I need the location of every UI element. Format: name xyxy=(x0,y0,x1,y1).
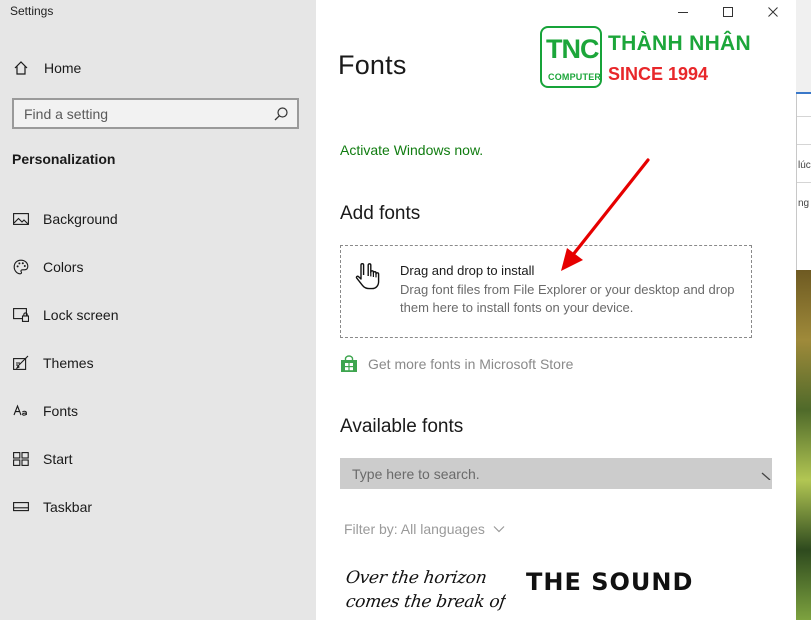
section-heading-personalization: Personalization xyxy=(12,151,116,167)
maximize-button[interactable] xyxy=(705,0,751,24)
available-fonts-heading: Available fonts xyxy=(340,416,464,437)
minimize-icon xyxy=(678,12,688,13)
palette-icon xyxy=(12,258,30,276)
themes-icon xyxy=(12,354,30,372)
store-link-label: Get more fonts in Microsoft Store xyxy=(368,356,574,372)
nav-home-label: Home xyxy=(44,60,82,76)
sidebar-item-lock-screen[interactable]: Lock screen xyxy=(12,304,118,326)
font-preview-handwritten[interactable]: Over the horizon comes the break of xyxy=(346,566,506,620)
sidebar-item-taskbar[interactable]: Taskbar xyxy=(12,496,92,518)
logo-company-name: THÀNH NHÂN xyxy=(608,32,751,55)
start-icon xyxy=(12,450,30,468)
font-search-input[interactable] xyxy=(352,465,732,482)
activate-windows-link[interactable]: Activate Windows now. xyxy=(340,142,483,158)
taskbar-icon xyxy=(12,498,30,516)
logo-since: SINCE 1994 xyxy=(608,64,709,84)
language-filter-dropdown[interactable]: Filter by: All languages xyxy=(344,520,505,538)
filter-label: Filter by: All languages xyxy=(344,521,485,537)
image-icon xyxy=(12,210,30,228)
sidebar-item-label: Lock screen xyxy=(43,307,119,323)
store-icon xyxy=(340,355,358,373)
font-preview-stencil[interactable]: THE SOUND xyxy=(526,568,693,596)
font-search-box[interactable] xyxy=(340,458,772,489)
sidebar-item-fonts[interactable]: Fonts xyxy=(12,400,78,422)
background-window-text: ng xyxy=(798,198,810,209)
close-button[interactable] xyxy=(750,0,796,24)
sidebar-item-label: Start xyxy=(43,451,73,467)
maximize-icon xyxy=(723,7,733,17)
content-pane: Fonts Activate Windows now. Add fonts Dr… xyxy=(316,0,796,620)
add-fonts-heading: Add fonts xyxy=(340,203,421,224)
close-icon xyxy=(768,7,778,17)
logo-badge-text: TNC xyxy=(546,34,599,64)
chevron-down-icon xyxy=(493,526,505,533)
home-icon xyxy=(12,59,30,77)
sidebar-item-label: Fonts xyxy=(43,403,79,419)
nav-home[interactable]: Home xyxy=(12,58,81,78)
preview-line: comes the break of xyxy=(346,592,506,612)
sidebar-item-colors[interactable]: Colors xyxy=(12,256,83,278)
logo-badge-subtext: COMPUTER xyxy=(548,72,602,82)
sidebar-item-label: Taskbar xyxy=(43,499,93,515)
hand-pointer-icon xyxy=(354,260,386,292)
search-icon[interactable] xyxy=(273,106,289,122)
sidebar-item-background[interactable]: Background xyxy=(12,208,118,230)
tnc-logo: TNC COMPUTER THÀNH NHÂN SINCE 1994 xyxy=(540,26,760,90)
drop-zone-title: Drag and drop to install xyxy=(400,263,535,278)
background-window: lúc ng xyxy=(796,0,811,620)
search-icon[interactable] xyxy=(758,466,772,480)
sidebar-item-label: Colors xyxy=(43,259,84,275)
preview-line: Over the horizon xyxy=(346,568,488,588)
settings-search-input[interactable] xyxy=(24,105,264,122)
microsoft-store-link[interactable]: Get more fonts in Microsoft Store xyxy=(340,355,573,373)
settings-search-box[interactable] xyxy=(12,98,299,129)
minimize-button[interactable] xyxy=(660,0,706,24)
font-drop-zone[interactable]: Drag and drop to install Drag font files… xyxy=(340,245,752,338)
desktop-wallpaper xyxy=(796,270,811,620)
settings-window: Settings Home Personalization Background xyxy=(0,0,811,620)
page-title: Fonts xyxy=(338,50,407,80)
sidebar-item-start[interactable]: Start xyxy=(12,448,73,470)
navigation-pane: Settings Home Personalization Background xyxy=(0,0,316,620)
app-title: Settings xyxy=(10,4,54,18)
sidebar-item-label: Background xyxy=(43,211,118,227)
drop-zone-description: Drag font files from File Explorer or yo… xyxy=(400,282,735,315)
sidebar-item-label: Themes xyxy=(43,355,94,371)
lock-screen-icon xyxy=(12,306,30,324)
logo-badge: TNC COMPUTER xyxy=(540,26,602,88)
background-window-text: lúc xyxy=(798,160,811,171)
font-icon xyxy=(12,402,30,420)
sidebar-item-themes[interactable]: Themes xyxy=(12,352,94,374)
